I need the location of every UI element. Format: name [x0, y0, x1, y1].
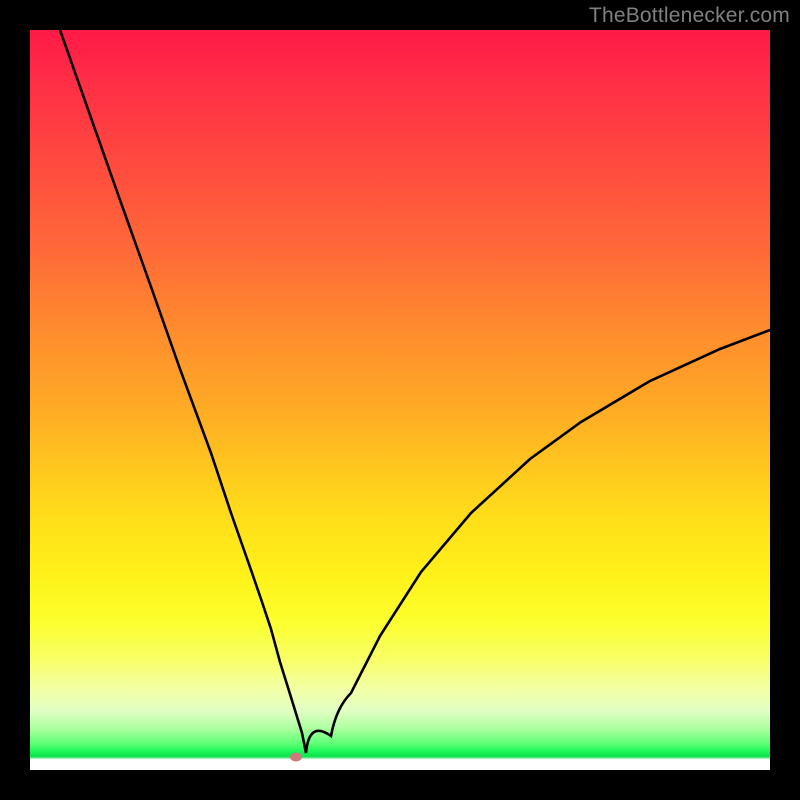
bottleneck-curve	[30, 30, 770, 770]
curve-path	[60, 30, 770, 753]
plot-area	[30, 30, 770, 770]
outer-frame: TheBottlenecker.com	[0, 0, 800, 800]
optimal-point-marker	[290, 753, 302, 762]
watermark-text: TheBottlenecker.com	[589, 4, 790, 28]
